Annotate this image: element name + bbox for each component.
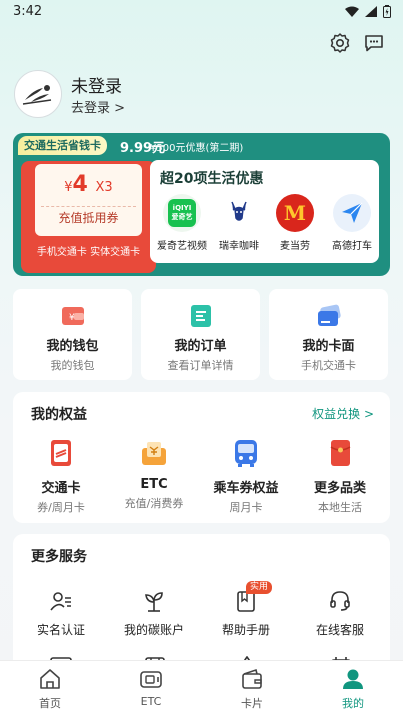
- top-actions: [329, 32, 385, 54]
- orders-title: 我的订单: [174, 339, 227, 354]
- settings-icon[interactable]: [329, 32, 351, 54]
- card-wallet-icon: [240, 667, 264, 691]
- right-etc[interactable]: ETC 充值/消费券: [114, 438, 194, 511]
- benefit-amap[interactable]: 高德打车: [327, 194, 377, 252]
- amap-logo-icon: [333, 194, 371, 232]
- card-face-sub: 手机交通卡: [301, 359, 356, 372]
- coupon-amount: ¥4 X3: [64, 172, 113, 197]
- coupon-subtitle: 手机交通卡 实体交通卡: [36, 247, 141, 258]
- wallet-sub: 我的钱包: [50, 359, 95, 372]
- benefit-label: 爱奇艺视频: [157, 241, 207, 252]
- card-face-card[interactable]: 我的卡面 手机交通卡: [269, 289, 388, 380]
- bottom-tab-bar: 首页 ETC 卡片 我的: [0, 660, 403, 716]
- benefits-panel[interactable]: 超20项生活优惠 iQIYI 爱奇艺 爱奇艺视频 瑞幸咖啡 M 麦当劳 高德打车: [150, 160, 379, 263]
- wallet-card[interactable]: ¥ 我的钱包 我的钱包: [13, 289, 132, 380]
- runner-logo-icon: [22, 85, 52, 105]
- status-time: 3:42: [13, 4, 43, 19]
- promo-banner[interactable]: 交通生活省钱卡 9.99元 ¥500元优惠(第二期) ¥4 X3 充值抵用券 手…: [13, 133, 390, 276]
- login-link[interactable]: 去登录 >: [71, 97, 125, 116]
- red-packet-icon: [325, 438, 355, 468]
- status-bar: 3:42: [0, 0, 403, 24]
- orders-sub: 查看订单详情: [167, 359, 234, 372]
- services-title: 更多服务: [31, 549, 87, 565]
- transit-card-icon: [46, 438, 76, 468]
- right-transit-card[interactable]: 交通卡 券/周月卡: [21, 438, 101, 515]
- right-sub: 本地生活: [318, 501, 362, 514]
- tab-label: ETC: [140, 695, 162, 708]
- service-label: 实名认证: [36, 623, 85, 637]
- right-ride-coupon[interactable]: 乘车券权益 周月卡: [206, 438, 286, 515]
- wallet-icon: ¥: [60, 303, 86, 329]
- right-sub: 周月卡: [229, 501, 263, 514]
- promo-tag: 交通生活省钱卡: [18, 136, 107, 155]
- promo-original-value: ¥500元优惠(第二期): [150, 143, 244, 154]
- right-sub: 充值/消费券: [124, 497, 184, 510]
- right-title: ETC: [140, 477, 168, 492]
- card-face-title: 我的卡面: [302, 339, 355, 354]
- rights-exchange-link[interactable]: 权益兑换 >: [312, 405, 374, 422]
- luckin-deer-icon: [220, 194, 258, 232]
- user-profile-icon: [341, 667, 365, 691]
- rights-title: 我的权益: [31, 407, 87, 423]
- service-real-name[interactable]: 实名认证: [21, 589, 101, 638]
- benefit-iqiyi[interactable]: iQIYI 爱奇艺 爱奇艺视频: [157, 194, 207, 252]
- signal-icon: [365, 6, 377, 17]
- service-label: 我的碳账户: [123, 623, 184, 637]
- avatar[interactable]: [14, 70, 62, 118]
- tab-label: 首页: [39, 697, 61, 710]
- mcdonalds-logo-icon: M: [276, 194, 314, 232]
- svg-text:¥: ¥: [69, 313, 75, 323]
- orders-card[interactable]: 我的订单 查看订单详情: [141, 289, 260, 380]
- etc-coupon-icon: [139, 438, 169, 468]
- right-title: 更多品类: [313, 481, 366, 496]
- right-title: 交通卡: [41, 481, 81, 496]
- useful-badge: 实用: [246, 581, 273, 594]
- manual-icon: 实用: [234, 581, 273, 613]
- tab-label: 我的: [342, 697, 364, 710]
- user-name: 未登录: [71, 77, 122, 97]
- benefit-mcdonalds[interactable]: M 麦当劳: [270, 194, 320, 252]
- battery-icon: [383, 5, 391, 18]
- right-more-categories[interactable]: 更多品类 本地生活: [300, 438, 380, 515]
- tab-mine[interactable]: 我的: [323, 667, 383, 711]
- bus-icon: [231, 438, 261, 468]
- right-title: 乘车券权益: [213, 481, 279, 496]
- service-carbon-account[interactable]: 我的碳账户: [114, 589, 194, 638]
- benefit-label: 麦当劳: [280, 241, 310, 252]
- status-icons: [345, 5, 391, 18]
- services-panel: 更多服务 实名认证 我的碳账户 实用 帮助手册 在线客服: [13, 534, 390, 674]
- headset-icon: [328, 589, 352, 613]
- iqiyi-logo-icon: iQIYI 爱奇艺: [163, 194, 201, 232]
- service-label: 帮助手册: [221, 623, 270, 637]
- wallet-title: 我的钱包: [46, 339, 99, 354]
- order-list-icon: [188, 303, 214, 329]
- wifi-icon: [345, 6, 359, 17]
- coupon-title: 充值抵用券: [41, 206, 136, 228]
- tab-cards[interactable]: 卡片: [222, 667, 282, 711]
- rights-panel: 我的权益 权益兑换 > 交通卡 券/周月卡 ETC 充值/消费券 乘车券权益 周…: [13, 392, 390, 523]
- home-icon: [38, 667, 62, 691]
- card-face-icon: [316, 303, 342, 329]
- right-sub: 券/周月卡: [37, 501, 85, 514]
- tab-home[interactable]: 首页: [20, 667, 80, 711]
- tab-etc[interactable]: ETC: [121, 667, 181, 708]
- id-verify-icon: [49, 589, 73, 613]
- service-online-support[interactable]: 在线客服: [300, 589, 380, 638]
- service-help-manual[interactable]: 实用 帮助手册: [206, 581, 286, 638]
- etc-device-icon: [139, 667, 163, 691]
- tab-label: 卡片: [241, 697, 263, 710]
- service-label: 在线客服: [315, 623, 364, 637]
- sprout-icon: [142, 589, 166, 613]
- benefit-label: 高德打车: [332, 241, 372, 252]
- benefit-luckin[interactable]: 瑞幸咖啡: [214, 194, 264, 252]
- benefits-title: 超20项生活优惠: [160, 171, 264, 187]
- benefit-label: 瑞幸咖啡: [219, 241, 259, 252]
- coupon-ticket: ¥4 X3 充值抵用券: [35, 164, 142, 236]
- recharge-coupon[interactable]: ¥4 X3 充值抵用券 手机交通卡 实体交通卡: [21, 161, 156, 273]
- message-icon[interactable]: [363, 32, 385, 54]
